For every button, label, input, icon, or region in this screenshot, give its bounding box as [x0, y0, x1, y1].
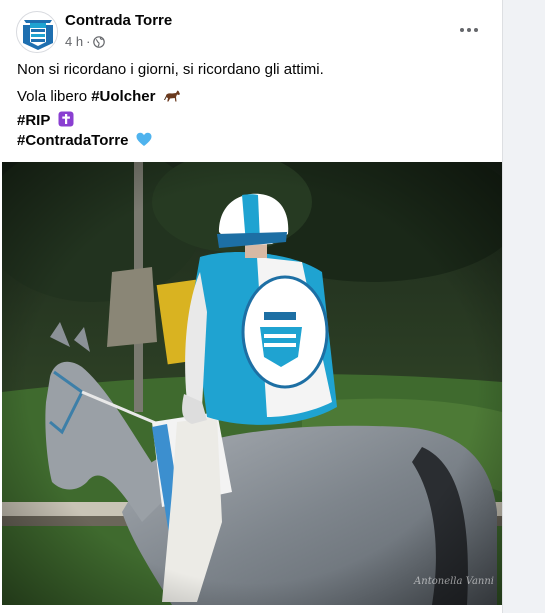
globe-icon [93, 35, 106, 48]
jockey-on-grey-horse-image [2, 162, 502, 605]
latin-cross-emoji-icon [58, 111, 74, 127]
hashtag-rip-link[interactable]: #RIP [17, 112, 50, 129]
post-meta: 4 h · [65, 34, 106, 49]
hashtag-uolcher-link[interactable]: #Uolcher [91, 88, 155, 105]
photo-watermark: Antonella Vanni [414, 576, 494, 587]
post-header: Contrada Torre 4 h · [16, 11, 486, 53]
page-name-link[interactable]: Contrada Torre [65, 12, 172, 29]
horse-emoji-icon [163, 90, 180, 102]
blue-heart-emoji-icon [136, 132, 152, 146]
post-timestamp[interactable]: 4 h [65, 34, 83, 49]
meta-separator: · [86, 34, 91, 49]
contrada-torre-emblem-icon [18, 13, 57, 52]
post-text-line-2: Vola libero #Uolcher [17, 87, 181, 107]
post-text-line-3: #RIP [17, 111, 74, 131]
post-text-line-1: Non si ricordano i giorni, si ricordano … [17, 61, 324, 78]
more-options-icon[interactable] [452, 15, 486, 45]
post-photo[interactable]: Antonella Vanni [2, 162, 502, 605]
post-text-prefix: Vola libero [17, 88, 92, 105]
post-text-line-4: #ContradaTorre [17, 131, 152, 151]
page-avatar[interactable] [16, 11, 58, 53]
hashtag-contradatorre-link[interactable]: #ContradaTorre [17, 132, 128, 149]
facebook-post: Contrada Torre 4 h · Non si ricordano i … [0, 0, 503, 613]
